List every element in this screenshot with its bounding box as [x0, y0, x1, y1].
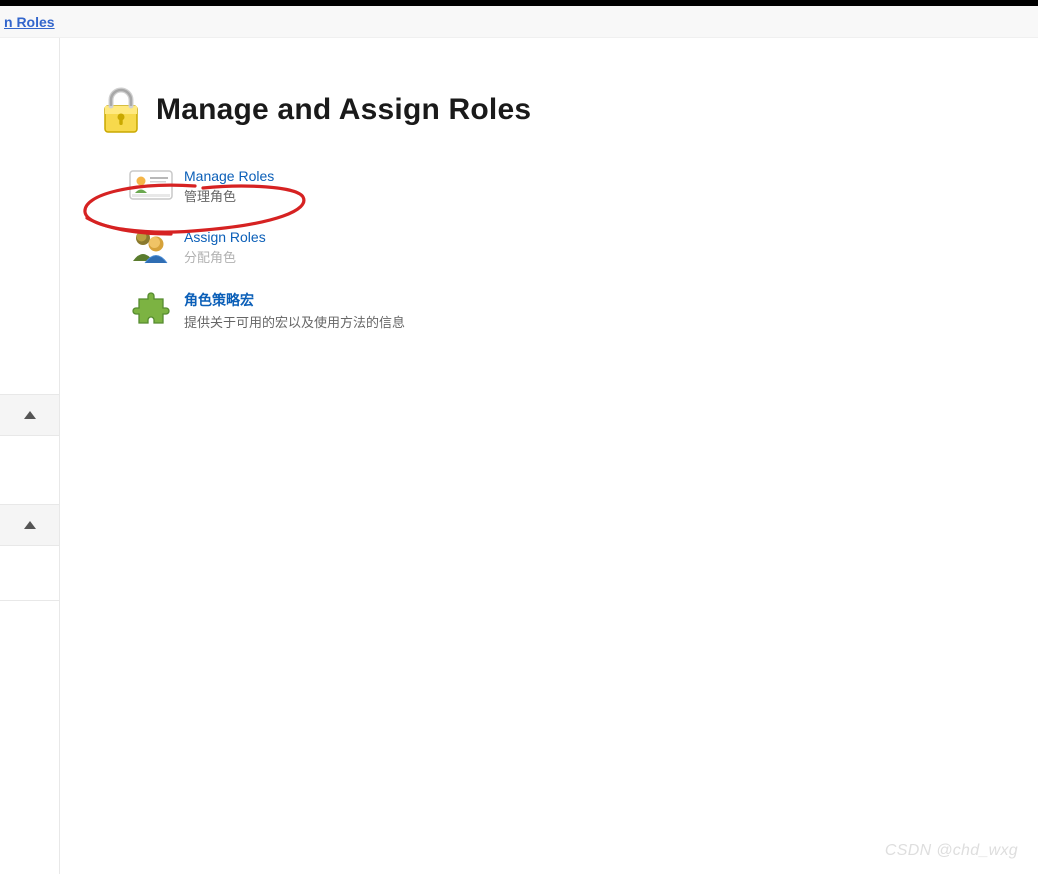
id-card-icon — [128, 166, 174, 204]
role-item-manage: Manage Roles 管理角色 — [128, 162, 1006, 223]
role-macro-desc: 提供关于可用的宏以及使用方法的信息 — [184, 312, 405, 331]
role-item-macro: 角色策略宏 提供关于可用的宏以及使用方法的信息 — [128, 284, 1006, 349]
breadcrumb-current[interactable]: n Roles — [4, 14, 55, 30]
sidebar-divider — [0, 600, 59, 601]
breadcrumb-bar: n Roles — [0, 6, 1038, 38]
page-title: Manage and Assign Roles — [156, 93, 531, 127]
sidebar — [0, 38, 60, 874]
manage-roles-link[interactable]: Manage Roles — [184, 168, 274, 184]
puzzle-icon — [128, 288, 174, 326]
role-item-assign: Assign Roles 分配角色 — [128, 223, 1006, 284]
page-header: Manage and Assign Roles — [98, 86, 1006, 134]
watermark: CSDN @chd_wxg — [885, 842, 1018, 860]
role-macro-link[interactable]: 角色策略宏 — [184, 290, 405, 310]
people-icon — [128, 227, 174, 265]
lock-icon — [98, 86, 144, 134]
chevron-up-icon — [24, 411, 36, 419]
assign-roles-desc: 分配角色 — [184, 247, 266, 266]
main-content: Manage and Assign Roles Manage — [60, 38, 1038, 874]
manage-roles-desc: 管理角色 — [184, 186, 274, 205]
role-items-list: Manage Roles 管理角色 — [128, 162, 1006, 349]
sidebar-toggle-1[interactable] — [0, 394, 59, 436]
chevron-up-icon — [24, 521, 36, 529]
sidebar-toggle-2[interactable] — [0, 504, 59, 546]
assign-roles-link[interactable]: Assign Roles — [184, 229, 266, 245]
